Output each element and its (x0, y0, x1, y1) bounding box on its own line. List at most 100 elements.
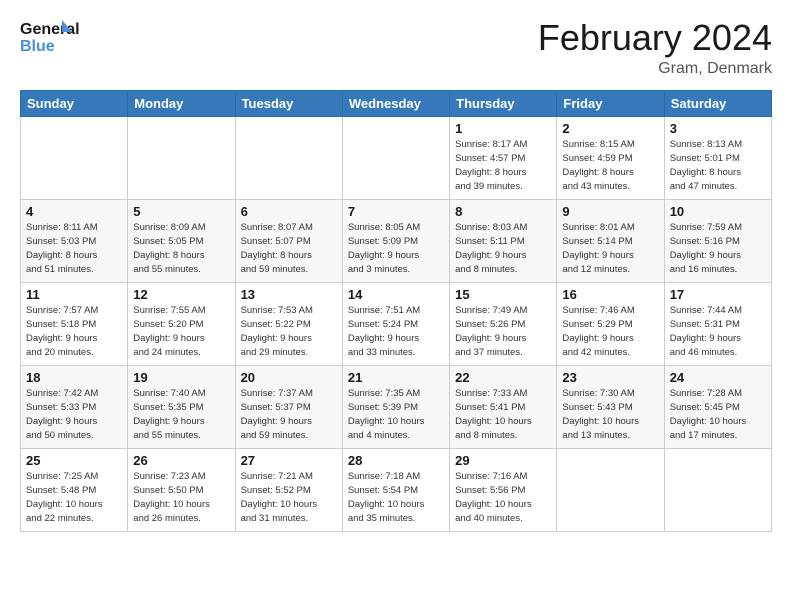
day-info-line: Daylight: 10 hours (26, 498, 122, 512)
day-info-line: Sunset: 5:01 PM (670, 152, 766, 166)
day-info-line: and 59 minutes. (241, 263, 337, 277)
day-info-line: and 59 minutes. (241, 429, 337, 443)
day-cell: 6Sunrise: 8:07 AMSunset: 5:07 PMDaylight… (235, 199, 342, 282)
day-info-line: Sunrise: 7:37 AM (241, 387, 337, 401)
day-info-line: Sunrise: 8:01 AM (562, 221, 658, 235)
header-cell-sunday: Sunday (21, 90, 128, 116)
day-info-line: Sunrise: 8:15 AM (562, 138, 658, 152)
day-number: 2 (562, 121, 658, 136)
day-number: 16 (562, 287, 658, 302)
header-cell-friday: Friday (557, 90, 664, 116)
day-info-line: Sunrise: 7:44 AM (670, 304, 766, 318)
week-row-4: 18Sunrise: 7:42 AMSunset: 5:33 PMDayligh… (21, 365, 772, 448)
day-info-line: Daylight: 10 hours (241, 498, 337, 512)
day-info-line: Daylight: 9 hours (670, 249, 766, 263)
day-info-line: Daylight: 8 hours (133, 249, 229, 263)
day-cell: 18Sunrise: 7:42 AMSunset: 5:33 PMDayligh… (21, 365, 128, 448)
day-info-line: Sunset: 5:22 PM (241, 318, 337, 332)
day-info-line: and 46 minutes. (670, 346, 766, 360)
day-info-line: Sunrise: 7:25 AM (26, 470, 122, 484)
day-info-line: Sunrise: 7:55 AM (133, 304, 229, 318)
day-info-line: Daylight: 9 hours (241, 415, 337, 429)
day-info-line: Sunset: 5:18 PM (26, 318, 122, 332)
day-cell (342, 116, 449, 199)
day-info-line: and 37 minutes. (455, 346, 551, 360)
day-info-line: Sunrise: 7:28 AM (670, 387, 766, 401)
day-info-line: Sunrise: 7:49 AM (455, 304, 551, 318)
header-cell-wednesday: Wednesday (342, 90, 449, 116)
day-cell: 10Sunrise: 7:59 AMSunset: 5:16 PMDayligh… (664, 199, 771, 282)
day-info-line: and 42 minutes. (562, 346, 658, 360)
day-info-line: and 51 minutes. (26, 263, 122, 277)
day-info-line: Sunrise: 7:18 AM (348, 470, 444, 484)
day-cell: 29Sunrise: 7:16 AMSunset: 5:56 PMDayligh… (450, 448, 557, 531)
day-number: 11 (26, 287, 122, 302)
day-info-line: and 55 minutes. (133, 429, 229, 443)
day-cell: 7Sunrise: 8:05 AMSunset: 5:09 PMDaylight… (342, 199, 449, 282)
day-info-line: Sunrise: 7:16 AM (455, 470, 551, 484)
day-info-line: and 13 minutes. (562, 429, 658, 443)
day-info-line: Daylight: 10 hours (562, 415, 658, 429)
day-number: 20 (241, 370, 337, 385)
day-info-line: and 31 minutes. (241, 512, 337, 526)
day-info-line: Sunset: 5:24 PM (348, 318, 444, 332)
day-cell: 2Sunrise: 8:15 AMSunset: 4:59 PMDaylight… (557, 116, 664, 199)
day-info-line: Sunrise: 8:17 AM (455, 138, 551, 152)
day-info-line: Sunrise: 7:23 AM (133, 470, 229, 484)
day-info-line: and 16 minutes. (670, 263, 766, 277)
header-cell-thursday: Thursday (450, 90, 557, 116)
day-info-line: Sunset: 5:29 PM (562, 318, 658, 332)
day-info-line: Daylight: 9 hours (348, 249, 444, 263)
day-info-line: Sunset: 5:20 PM (133, 318, 229, 332)
day-cell: 12Sunrise: 7:55 AMSunset: 5:20 PMDayligh… (128, 282, 235, 365)
day-info-line: and 50 minutes. (26, 429, 122, 443)
day-number: 1 (455, 121, 551, 136)
title-block: February 2024 Gram, Denmark (538, 18, 772, 78)
day-cell: 15Sunrise: 7:49 AMSunset: 5:26 PMDayligh… (450, 282, 557, 365)
day-info-line: and 55 minutes. (133, 263, 229, 277)
day-info-line: and 22 minutes. (26, 512, 122, 526)
day-info-line: Daylight: 9 hours (670, 332, 766, 346)
day-info-line: Daylight: 9 hours (455, 249, 551, 263)
day-cell (235, 116, 342, 199)
logo: GeneralBlue (20, 18, 80, 54)
day-info-line: and 17 minutes. (670, 429, 766, 443)
day-number: 28 (348, 453, 444, 468)
day-info-line: Daylight: 8 hours (562, 166, 658, 180)
header-cell-monday: Monday (128, 90, 235, 116)
day-info-line: and 47 minutes. (670, 180, 766, 194)
day-info-line: Sunset: 5:54 PM (348, 484, 444, 498)
day-info-line: and 4 minutes. (348, 429, 444, 443)
day-info-line: Sunrise: 7:42 AM (26, 387, 122, 401)
day-number: 25 (26, 453, 122, 468)
day-info-line: Sunset: 5:16 PM (670, 235, 766, 249)
day-info-line: Daylight: 9 hours (26, 415, 122, 429)
day-info-line: and 8 minutes. (455, 429, 551, 443)
day-cell: 14Sunrise: 7:51 AMSunset: 5:24 PMDayligh… (342, 282, 449, 365)
day-info-line: Sunrise: 8:03 AM (455, 221, 551, 235)
day-info-line: Sunrise: 7:30 AM (562, 387, 658, 401)
day-number: 19 (133, 370, 229, 385)
day-info-line: Sunrise: 7:35 AM (348, 387, 444, 401)
day-info-line: Sunrise: 8:11 AM (26, 221, 122, 235)
day-info-line: Sunset: 5:43 PM (562, 401, 658, 415)
header-cell-saturday: Saturday (664, 90, 771, 116)
day-info-line: Sunset: 5:11 PM (455, 235, 551, 249)
day-number: 6 (241, 204, 337, 219)
day-cell: 5Sunrise: 8:09 AMSunset: 5:05 PMDaylight… (128, 199, 235, 282)
day-info-line: and 20 minutes. (26, 346, 122, 360)
day-number: 27 (241, 453, 337, 468)
day-number: 12 (133, 287, 229, 302)
day-info-line: Daylight: 9 hours (562, 332, 658, 346)
day-info-line: Sunset: 5:39 PM (348, 401, 444, 415)
day-info-line: Sunrise: 7:21 AM (241, 470, 337, 484)
day-cell: 28Sunrise: 7:18 AMSunset: 5:54 PMDayligh… (342, 448, 449, 531)
day-cell: 13Sunrise: 7:53 AMSunset: 5:22 PMDayligh… (235, 282, 342, 365)
day-info-line: Sunset: 5:52 PM (241, 484, 337, 498)
day-info-line: Sunset: 5:35 PM (133, 401, 229, 415)
day-cell: 20Sunrise: 7:37 AMSunset: 5:37 PMDayligh… (235, 365, 342, 448)
day-number: 14 (348, 287, 444, 302)
day-info-line: Daylight: 10 hours (455, 498, 551, 512)
day-info-line: Daylight: 9 hours (133, 415, 229, 429)
day-info-line: Sunrise: 7:51 AM (348, 304, 444, 318)
